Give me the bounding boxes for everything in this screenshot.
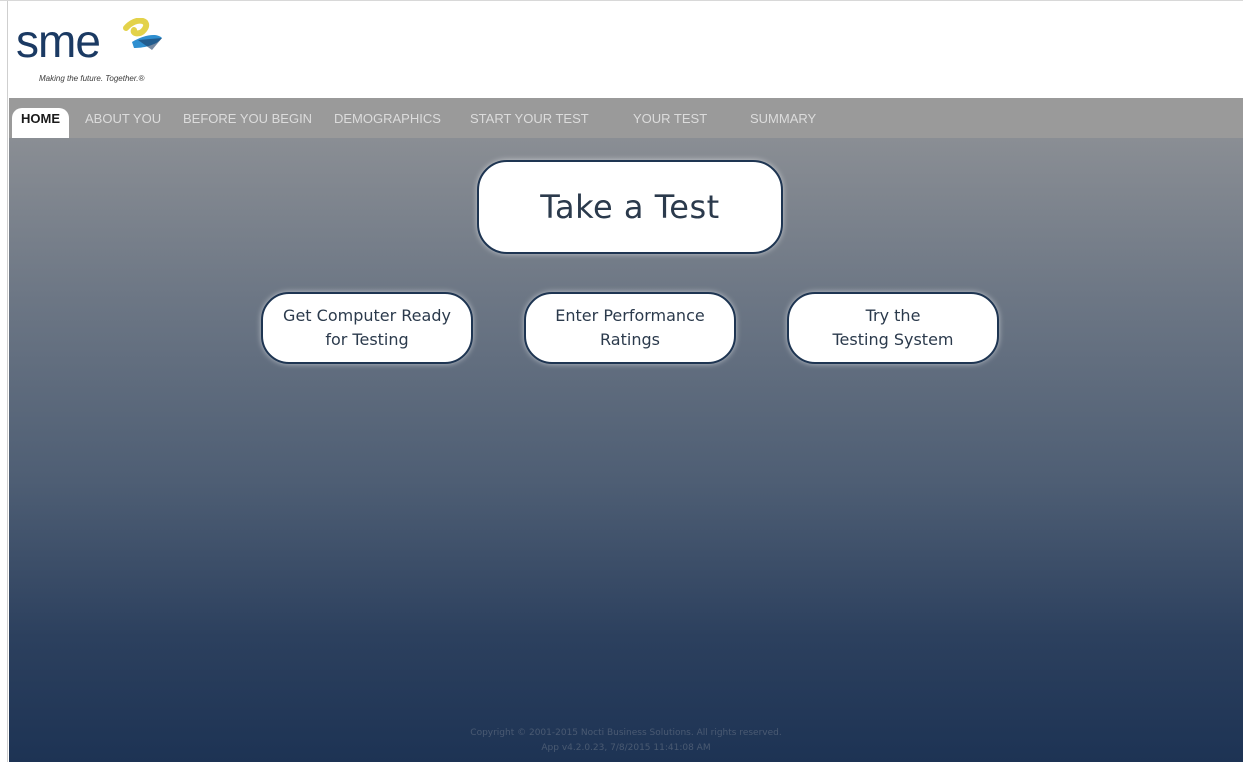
take-a-test-button[interactable]: Take a Test <box>477 160 783 254</box>
try-testing-system-button[interactable]: Try the Testing System <box>787 292 999 364</box>
main-content: Take a Test Get Computer Ready for Testi… <box>9 138 1243 762</box>
app-version-text: App v4.2.0.23, 7/8/2015 11:41:08 AM <box>541 743 711 753</box>
logo-ribbon-icon <box>123 18 162 50</box>
nav-tab-before-you-begin[interactable]: BEFORE YOU BEGIN <box>183 108 312 136</box>
nav-tab-your-test[interactable]: YOUR TEST <box>633 108 707 136</box>
nav-tab-home[interactable]: HOME <box>12 108 69 138</box>
nav-tab-start-your-test[interactable]: START YOUR TEST <box>470 108 589 136</box>
footer: Copyright © 2001-2015 Nocti Business Sol… <box>9 726 1243 756</box>
nav-tab-summary[interactable]: SUMMARY <box>750 108 816 136</box>
header: sme Making the future. Together.® <box>9 2 1243 98</box>
logo-text: sme <box>16 15 101 67</box>
sme-logo[interactable]: sme Making the future. Together.® <box>16 10 186 92</box>
get-computer-ready-button[interactable]: Get Computer Ready for Testing <box>261 292 473 364</box>
enter-performance-ratings-button[interactable]: Enter Performance Ratings <box>524 292 736 364</box>
nav-tab-demographics[interactable]: DEMOGRAPHICS <box>334 108 441 136</box>
nav-tab-about-you[interactable]: ABOUT YOU <box>85 108 161 136</box>
copyright-text: Copyright © 2001-2015 Nocti Business Sol… <box>470 728 782 738</box>
page-frame: sme Making the future. Together.® HOME A… <box>0 0 1243 762</box>
main-nav: HOME ABOUT YOU BEFORE YOU BEGIN DEMOGRAP… <box>9 98 1243 138</box>
window-left-edge <box>0 1 8 762</box>
logo-tagline: Making the future. Together.® <box>39 74 145 83</box>
